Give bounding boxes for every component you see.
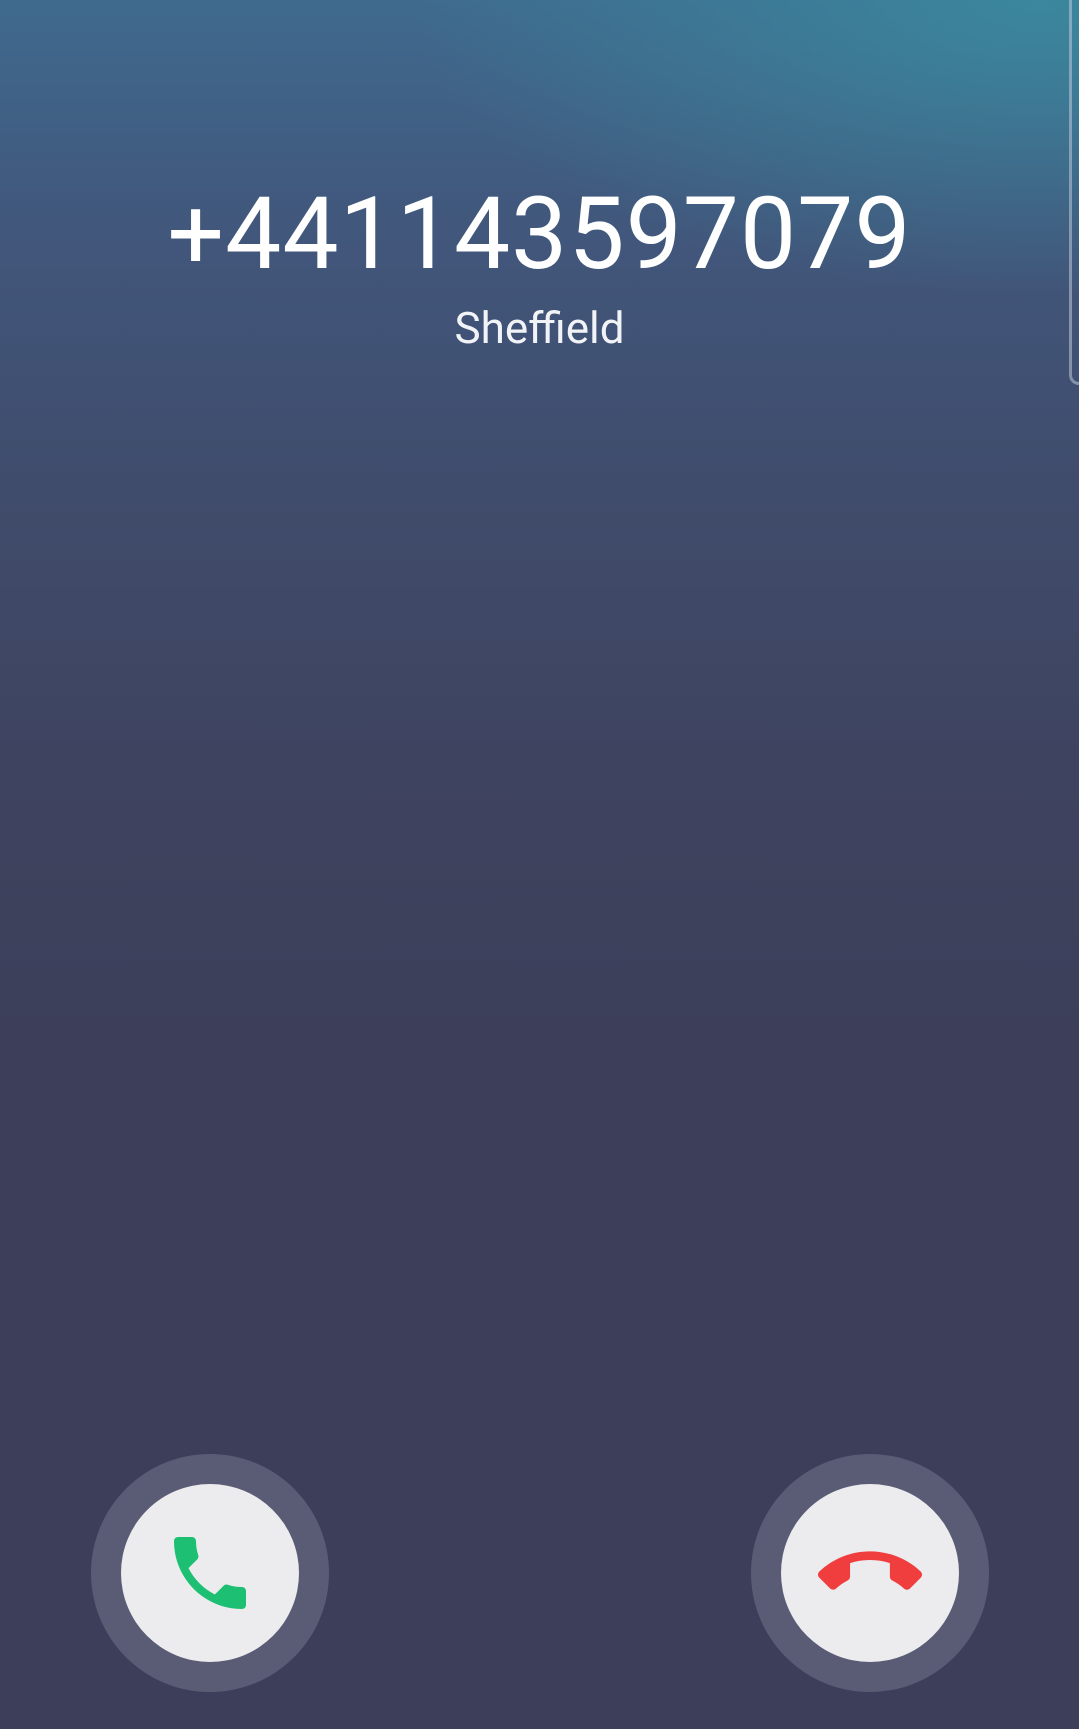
answer-call-button[interactable] — [91, 1454, 329, 1692]
decline-call-button[interactable] — [751, 1454, 989, 1692]
answer-button-face — [121, 1484, 299, 1662]
phone-decline-icon — [818, 1551, 922, 1590]
incoming-call-screen: +441143597079 Sheffield — [0, 0, 1079, 1729]
caller-location: Sheffield — [454, 302, 625, 354]
phone-answer-icon — [174, 1537, 246, 1609]
decline-button-face — [781, 1484, 959, 1662]
caller-number: +441143597079 — [167, 176, 912, 293]
